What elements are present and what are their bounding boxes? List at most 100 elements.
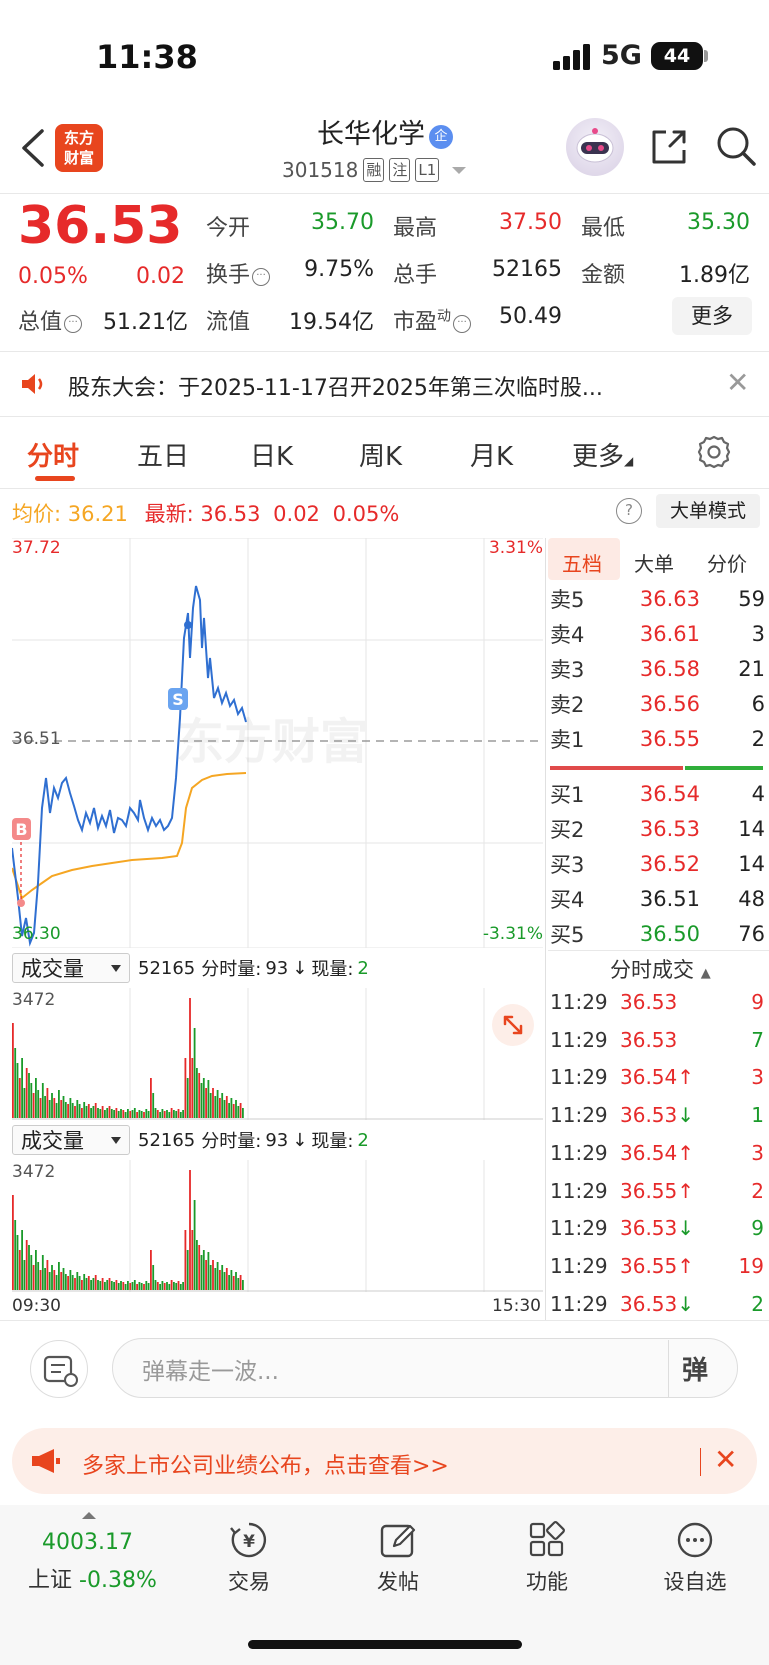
volume-bar bbox=[39, 1098, 42, 1118]
danmu-toggle-button[interactable]: 弹 bbox=[682, 1350, 708, 1387]
volume-chart-1[interactable]: 3472 bbox=[12, 988, 543, 1120]
info-icon[interactable]: ··· bbox=[453, 315, 472, 333]
caret-up-icon[interactable] bbox=[82, 1512, 96, 1519]
volume-bar bbox=[228, 1275, 230, 1290]
volume-bar bbox=[108, 1278, 111, 1290]
volume-bar bbox=[239, 1275, 242, 1290]
expand-icon[interactable] bbox=[492, 1004, 534, 1046]
ask-row[interactable]: 卖1 36.55 2 bbox=[550, 722, 765, 756]
index-value[interactable]: 4003.17 bbox=[42, 1530, 133, 1555]
active-tab-indicator bbox=[35, 476, 75, 481]
bid-price: 36.53 bbox=[639, 817, 700, 841]
volume-bar bbox=[35, 1078, 37, 1118]
stat-value-turnover: 9.75% bbox=[304, 257, 374, 282]
volume-bar bbox=[175, 1283, 178, 1290]
ask-row[interactable]: 卖4 36.61 3 bbox=[550, 617, 765, 651]
tick-volume: 3 bbox=[751, 1065, 764, 1090]
volume-bar bbox=[81, 1280, 83, 1290]
ask-row[interactable]: 卖2 36.56 6 bbox=[550, 687, 765, 721]
volume-bar bbox=[55, 1103, 58, 1118]
bid-row[interactable]: 买4 36.51 48 bbox=[550, 882, 765, 916]
stat-label-pe[interactable]: 市盈动 ··· bbox=[393, 304, 472, 336]
tab-five-day[interactable]: 五日 bbox=[137, 436, 189, 473]
tick-time: 11:29 bbox=[550, 1103, 608, 1128]
search-icon[interactable] bbox=[714, 124, 758, 168]
stat-label-float-cap: 流值 bbox=[206, 310, 251, 335]
sort-up-icon: ▲ bbox=[700, 966, 711, 981]
volume-bar bbox=[32, 1093, 35, 1118]
tab-more[interactable]: 更多◢ bbox=[572, 436, 633, 473]
indicator-selector[interactable]: 成交量 bbox=[12, 1125, 130, 1155]
notice-text[interactable]: 股东大会：于2025-11-17召开2025年第三次临时股... bbox=[68, 370, 688, 402]
bid-row[interactable]: 买3 36.52 14 bbox=[550, 847, 765, 881]
volume-bar bbox=[18, 1250, 21, 1290]
info-icon[interactable]: ··· bbox=[64, 315, 83, 333]
tick-row: 11:29 36.53 7 bbox=[550, 1022, 764, 1058]
price-dot bbox=[184, 621, 192, 629]
close-icon[interactable]: ✕ bbox=[714, 1443, 737, 1476]
volume-bar bbox=[113, 1282, 115, 1290]
volume-bar bbox=[179, 1112, 182, 1118]
divider bbox=[700, 1448, 701, 1476]
volume-bar bbox=[94, 1103, 97, 1118]
volume-bar bbox=[97, 1280, 99, 1290]
stock-title: 长华化学企 bbox=[250, 112, 520, 151]
tab-monthly-k[interactable]: 月K bbox=[470, 436, 513, 473]
stat-label-market-cap[interactable]: 总值 ··· bbox=[18, 304, 83, 336]
chevron-down-icon[interactable] bbox=[452, 166, 467, 174]
tab-five-level[interactable]: 五档 bbox=[562, 548, 602, 577]
tab-intraday[interactable]: 分时 bbox=[27, 436, 79, 473]
volume-bar bbox=[14, 1220, 17, 1290]
gear-icon[interactable] bbox=[696, 434, 732, 470]
ask-price: 36.61 bbox=[639, 622, 700, 646]
now-vol-label: 现量: bbox=[311, 1131, 354, 1152]
stock-code-row[interactable]: 301518 融 注 L1 bbox=[282, 158, 467, 182]
nav-watchlist[interactable]: 设自选 bbox=[635, 1520, 755, 1596]
ticks-title[interactable]: 分时成交 ▲ bbox=[610, 954, 711, 984]
tick-price: 36.53↓ bbox=[620, 1103, 695, 1128]
help-icon[interactable]: ? bbox=[616, 498, 642, 524]
tick-time: 11:29 bbox=[550, 1291, 608, 1316]
big-order-mode-button[interactable]: 大单模式 bbox=[656, 494, 760, 528]
volume-bar bbox=[200, 1255, 203, 1290]
volume-bar bbox=[58, 1262, 60, 1290]
promo-text[interactable]: 多家上市公司业绩公布，点击查看>> bbox=[82, 1448, 449, 1480]
bid-price: 36.54 bbox=[639, 782, 700, 806]
bid-row[interactable]: 买5 36.50 76 bbox=[550, 917, 765, 951]
change-percent: 0.05% bbox=[18, 264, 88, 289]
minute-vol-label: 分时量: bbox=[201, 1131, 262, 1152]
tab-daily-k[interactable]: 日K bbox=[250, 436, 293, 473]
nav-functions[interactable]: 功能 bbox=[487, 1520, 607, 1596]
tab-weekly-k[interactable]: 周K bbox=[359, 436, 402, 473]
bid-row[interactable]: 买2 36.53 14 bbox=[550, 812, 765, 846]
intraday-chart[interactable]: 东方财富 B S 37.72 3.31% 36.51 36.30 -3.31% bbox=[11, 537, 543, 949]
now-vol-value: 2 bbox=[357, 1129, 369, 1151]
share-icon[interactable] bbox=[648, 126, 690, 168]
close-icon[interactable]: ✕ bbox=[726, 366, 749, 399]
app-logo[interactable]: 东方 财富 bbox=[55, 124, 103, 172]
tab-price-dist[interactable]: 分价 bbox=[707, 548, 747, 577]
bid-row[interactable]: 买1 36.54 4 bbox=[550, 777, 765, 811]
comment-list-button[interactable] bbox=[30, 1340, 88, 1398]
index-ticker[interactable]: 上证 -0.38% bbox=[28, 1562, 157, 1594]
ai-assistant-avatar[interactable] bbox=[566, 118, 624, 176]
tick-price: 36.54↑ bbox=[620, 1065, 695, 1090]
time-end-label: 15:30 bbox=[492, 1296, 541, 1316]
nav-post[interactable]: 发帖 bbox=[338, 1520, 458, 1596]
logo-line1: 东方 bbox=[63, 129, 94, 147]
tick-volume: 7 bbox=[751, 1027, 764, 1052]
ask-row[interactable]: 卖5 36.63 59 bbox=[550, 582, 765, 616]
nav-functions-label: 功能 bbox=[526, 1570, 568, 1594]
tick-arrow: ↑ bbox=[677, 1253, 695, 1278]
volume-chart-2[interactable]: 3472 bbox=[12, 1160, 543, 1292]
back-arrow-icon[interactable] bbox=[18, 128, 48, 168]
info-icon[interactable]: ··· bbox=[252, 268, 271, 286]
nav-trade[interactable]: ¥ 交易 bbox=[189, 1520, 309, 1596]
tab-big-order[interactable]: 大单 bbox=[634, 548, 674, 577]
more-stats-button[interactable]: 更多 bbox=[672, 297, 752, 335]
volume-bar bbox=[147, 1111, 150, 1118]
stat-label-turnover[interactable]: 换手 ··· bbox=[206, 257, 271, 289]
volume-bar bbox=[55, 1275, 58, 1290]
indicator-selector[interactable]: 成交量 bbox=[12, 953, 130, 983]
ask-row[interactable]: 卖3 36.58 21 bbox=[550, 652, 765, 686]
